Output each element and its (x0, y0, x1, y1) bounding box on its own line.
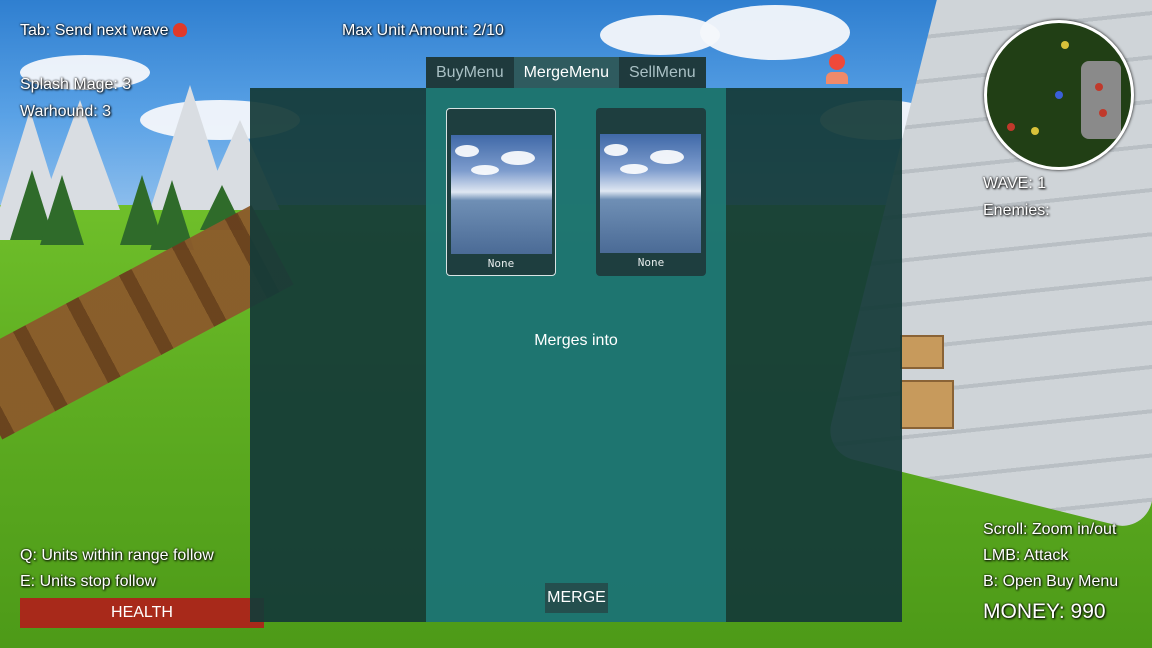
unit-count-warhound: Warhound: 3 (20, 103, 112, 120)
minimap[interactable] (984, 20, 1134, 170)
enemies-counter: Enemies: (983, 202, 1050, 219)
minimap-player-marker (1055, 91, 1063, 99)
crate (900, 380, 954, 429)
follow-hint: Q: Units within range follow (20, 547, 214, 564)
minimap-enemy-marker (1099, 109, 1107, 117)
merge-slot-label: None (637, 256, 665, 269)
tab-buymenu[interactable]: BuyMenu (426, 57, 514, 88)
merges-into-label: Merges into (534, 332, 618, 349)
unit-image-placeholder (600, 134, 701, 253)
unit-image-placeholder (451, 135, 552, 254)
send-wave-hint: Tab: Send next wave (20, 22, 187, 40)
enemy-marker-icon (826, 54, 848, 88)
scroll-zoom-hint: Scroll: Zoom in/out (983, 521, 1117, 538)
minimap-enemy-marker (1095, 83, 1103, 91)
minimap-marker (1031, 127, 1039, 135)
attack-hint: LMB: Attack (983, 547, 1069, 564)
minimap-rock (1081, 61, 1121, 139)
merge-slot-label: None (487, 257, 515, 270)
buy-menu-hint: B: Open Buy Menu (983, 573, 1119, 590)
stop-follow-hint: E: Units stop follow (20, 573, 157, 590)
crate (900, 335, 944, 369)
merge-button[interactable]: MERGE (545, 583, 608, 613)
skull-icon (172, 23, 187, 37)
minimap-marker (1061, 41, 1069, 49)
cloud (700, 5, 850, 60)
tab-mergemenu[interactable]: MergeMenu (513, 57, 619, 88)
unit-count-splash-mage: Splash Mage: 3 (20, 76, 132, 93)
money-counter: MONEY: 990 (983, 600, 1106, 623)
merge-slot-1[interactable]: None (446, 108, 556, 276)
menu-tabs: BuyMenu MergeMenu SellMenu (426, 57, 706, 88)
minimap-enemy-marker (1007, 123, 1015, 131)
send-wave-text: Tab: Send next wave (20, 22, 169, 39)
max-unit-amount: Max Unit Amount: 2/10 (342, 22, 504, 39)
tab-sellmenu[interactable]: SellMenu (618, 57, 706, 88)
merge-slot-2[interactable]: None (596, 108, 706, 276)
tree (40, 175, 84, 245)
wave-counter: WAVE: 1 (983, 175, 1047, 192)
health-bar: HEALTH (20, 598, 264, 628)
